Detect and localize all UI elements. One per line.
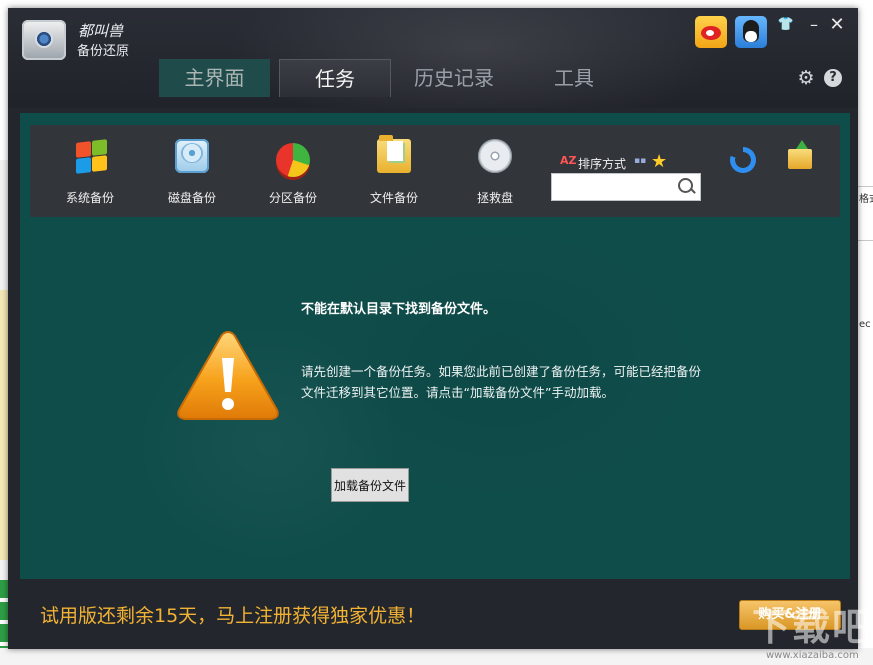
tab-history[interactable]: 历史记录 bbox=[399, 59, 509, 97]
tool-label: 系统备份 bbox=[65, 191, 114, 205]
help-icon[interactable]: ? bbox=[824, 69, 842, 87]
disk-icon bbox=[175, 139, 209, 173]
refresh-icon[interactable] bbox=[730, 147, 756, 173]
backup-toolbar: 系统备份 磁盘备份 分区备份 文件备份 拯救盘 AZ 排序方式 ▪▪ ★ bbox=[30, 125, 840, 217]
weibo-icon[interactable] bbox=[695, 16, 727, 48]
skin-icon[interactable]: 👕 bbox=[777, 16, 795, 34]
search-input[interactable] bbox=[556, 177, 676, 197]
app-logo-icon bbox=[22, 20, 66, 60]
warning-icon bbox=[177, 330, 279, 420]
background-desktop-bottom bbox=[0, 648, 873, 665]
background-divider bbox=[858, 186, 873, 187]
close-button[interactable]: ✕ bbox=[828, 16, 846, 34]
partition-backup-button[interactable]: 分区备份 bbox=[253, 133, 333, 213]
disk-backup-button[interactable]: 磁盘备份 bbox=[152, 133, 232, 213]
sort-by-button[interactable]: 排序方式 bbox=[578, 155, 626, 172]
system-backup-button[interactable]: 系统备份 bbox=[50, 133, 130, 213]
file-backup-button[interactable]: 文件备份 bbox=[354, 133, 434, 213]
folder-icon bbox=[377, 135, 411, 173]
app-window: 都叫兽 备份还原 主界面 任务 历史记录 工具 👕 – ✕ ⚙ ? 系统备份 磁… bbox=[8, 8, 858, 649]
search-box bbox=[551, 173, 701, 201]
safe-dial-icon bbox=[35, 30, 53, 48]
tab-tools[interactable]: 工具 bbox=[519, 59, 629, 97]
partition-pie-icon bbox=[276, 143, 310, 177]
star-icon[interactable]: ★ bbox=[651, 151, 667, 172]
watermark-url: www.xiazaiba.com bbox=[766, 650, 859, 661]
background-divider bbox=[858, 240, 873, 241]
tab-tasks[interactable]: 任务 bbox=[279, 59, 391, 97]
rescue-disk-button[interactable]: 拯救盘 bbox=[455, 133, 535, 213]
open-folder-icon[interactable] bbox=[788, 140, 812, 169]
minimize-button[interactable]: – bbox=[805, 16, 823, 34]
background-desktop-right: 格式 ec bbox=[858, 0, 873, 665]
brand-script: 都叫兽 bbox=[78, 22, 124, 40]
tool-label: 磁盘备份 bbox=[167, 191, 216, 205]
tool-label: 文件备份 bbox=[369, 191, 418, 205]
trial-notice: 试用版还剩余15天，马上注册获得独家优惠！ bbox=[40, 605, 426, 627]
search-icon[interactable] bbox=[678, 178, 693, 193]
tool-label: 拯救盘 bbox=[476, 191, 513, 205]
background-text: 格式 bbox=[859, 194, 873, 205]
qq-icon[interactable] bbox=[735, 16, 767, 48]
load-backup-file-button[interactable]: 加载备份文件 bbox=[331, 468, 409, 502]
title-bar[interactable]: 都叫兽 备份还原 主界面 任务 历史记录 工具 👕 – ✕ ⚙ ? bbox=[8, 8, 858, 108]
watermark: 下载吧 bbox=[752, 604, 873, 649]
message-body: 请先创建一个备份任务。如果您此前已创建了备份任务，可能已经把备份文件迁移到其它位… bbox=[301, 364, 702, 400]
tool-label: 分区备份 bbox=[268, 191, 317, 205]
main-content: 系统备份 磁盘备份 分区备份 文件备份 拯救盘 AZ 排序方式 ▪▪ ★ 不能在… bbox=[20, 113, 850, 579]
message-title: 不能在默认目录下找到备份文件。 bbox=[301, 302, 497, 317]
cd-icon bbox=[478, 139, 512, 173]
sort-az-icon: AZ bbox=[560, 154, 577, 167]
gear-icon[interactable]: ⚙ bbox=[796, 68, 816, 88]
brand-name: 备份还原 bbox=[77, 44, 130, 59]
tab-home[interactable]: 主界面 bbox=[159, 59, 270, 97]
windows-icon bbox=[73, 139, 107, 174]
footer-bar: 试用版还剩余15天，马上注册获得独家优惠！ 购买&注册 bbox=[20, 591, 850, 637]
sort-arrow-icon: ▪▪ bbox=[634, 156, 647, 166]
background-text: ec bbox=[859, 319, 871, 330]
